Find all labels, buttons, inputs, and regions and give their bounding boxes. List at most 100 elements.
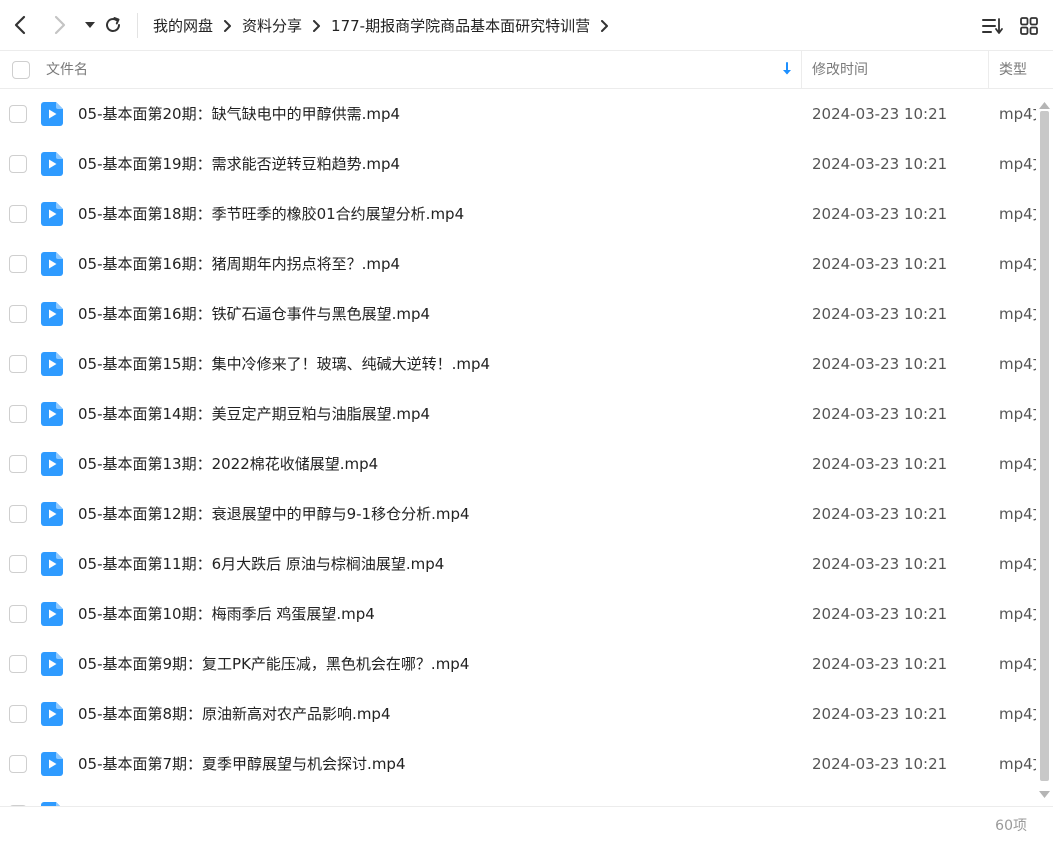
file-row[interactable]: 05-基本面第11期：6月大跌后 原油与棕榈油展望.mp4 2024-03-23 … xyxy=(0,539,1036,589)
file-name[interactable]: 05-基本面第20期：缺气缺电中的甲醇供需.mp4 xyxy=(78,89,400,139)
row-checkbox[interactable] xyxy=(9,205,27,223)
file-type: mp4文件 xyxy=(999,655,1036,673)
file-row[interactable]: 05-基本面第18期：季节旺季的橡胶01合约展望分析.mp4 2024-03-23… xyxy=(0,189,1036,239)
row-checkbox[interactable] xyxy=(9,555,27,573)
row-checkbox[interactable] xyxy=(9,255,27,273)
row-checkbox[interactable] xyxy=(9,355,27,373)
row-checkbox[interactable] xyxy=(9,105,27,123)
column-header-name[interactable]: 文件名 xyxy=(46,51,88,89)
column-divider[interactable] xyxy=(988,51,989,89)
row-checkbox[interactable] xyxy=(9,705,27,723)
file-type: mp4文件 xyxy=(999,155,1036,173)
file-type: mp4文件 xyxy=(999,605,1036,623)
file-name[interactable]: 05-基本面第8期：原油新高对农产品影响.mp4 xyxy=(78,689,391,739)
status-bar: 60项 xyxy=(0,806,1053,844)
file-row[interactable]: 05-基本面第19期：需求能否逆转豆粕趋势.mp4 2024-03-23 10:2… xyxy=(0,139,1036,189)
file-row[interactable]: 05-基本面第9期：复工PK产能压减，黑色机会在哪？.mp4 2024-03-23… xyxy=(0,639,1036,689)
file-row[interactable] xyxy=(0,789,1036,806)
sort-descending-icon[interactable] xyxy=(781,62,793,80)
video-file-icon xyxy=(41,302,63,326)
file-modified-time: 2024-03-23 10:21 xyxy=(812,155,948,173)
chevron-right-icon[interactable] xyxy=(600,19,609,32)
file-modified-time: 2024-03-23 10:21 xyxy=(812,355,948,373)
file-row[interactable]: 05-基本面第15期：集中冷修来了！玻璃、纯碱大逆转！.mp4 2024-03-2… xyxy=(0,339,1036,389)
file-name[interactable]: 05-基本面第18期：季节旺季的橡胶01合约展望分析.mp4 xyxy=(78,189,464,239)
file-row[interactable]: 05-基本面第8期：原油新高对农产品影响.mp4 2024-03-23 10:21… xyxy=(0,689,1036,739)
video-file-icon xyxy=(41,702,63,726)
column-divider[interactable] xyxy=(801,51,802,89)
scrollbar-thumb[interactable] xyxy=(1040,111,1049,781)
file-type: mp4文件 xyxy=(999,105,1036,123)
file-row[interactable]: 05-基本面第16期：猪周期年内拐点将至？.mp4 2024-03-23 10:2… xyxy=(0,239,1036,289)
breadcrumb-item-my-drive[interactable]: 我的网盘 xyxy=(153,15,213,36)
video-file-icon xyxy=(41,752,63,776)
grid-view-icon[interactable] xyxy=(1017,14,1041,38)
file-row[interactable]: 05-基本面第7期：夏季甲醇展望与机会探讨.mp4 2024-03-23 10:2… xyxy=(0,739,1036,789)
column-header-type[interactable]: 类型 xyxy=(999,51,1027,89)
breadcrumb-item-current-folder[interactable]: 177-期报商学院商品基本面研究特训营 xyxy=(331,15,590,36)
select-all-checkbox[interactable] xyxy=(12,61,30,79)
breadcrumb: 我的网盘 资料分享 177-期报商学院商品基本面研究特训营 xyxy=(153,0,619,51)
file-name[interactable]: 05-基本面第12期：衰退展望中的甲醇与9-1移仓分析.mp4 xyxy=(78,489,470,539)
video-file-icon xyxy=(41,652,63,676)
video-file-icon xyxy=(41,452,63,476)
file-name[interactable]: 05-基本面第13期：2022棉花收储展望.mp4 xyxy=(78,439,378,489)
row-checkbox[interactable] xyxy=(9,305,27,323)
toolbar: 我的网盘 资料分享 177-期报商学院商品基本面研究特训营 xyxy=(0,0,1053,51)
file-row[interactable]: 05-基本面第10期：梅雨季后 鸡蛋展望.mp4 2024-03-23 10:21… xyxy=(0,589,1036,639)
file-modified-time: 2024-03-23 10:21 xyxy=(812,555,948,573)
file-name[interactable]: 05-基本面第7期：夏季甲醇展望与机会探讨.mp4 xyxy=(78,739,406,789)
column-header: 文件名 修改时间 类型 xyxy=(0,51,1053,89)
breadcrumb-item-shared[interactable]: 资料分享 xyxy=(242,15,302,36)
file-type: mp4文件 xyxy=(999,355,1036,373)
file-row[interactable]: 05-基本面第16期：铁矿石逼仓事件与黑色展望.mp4 2024-03-23 10… xyxy=(0,289,1036,339)
vertical-scrollbar[interactable] xyxy=(1036,89,1053,806)
video-file-icon xyxy=(41,152,63,176)
item-count: 60项 xyxy=(995,818,1027,834)
row-checkbox[interactable] xyxy=(9,455,27,473)
file-row[interactable]: 05-基本面第13期：2022棉花收储展望.mp4 2024-03-23 10:2… xyxy=(0,439,1036,489)
file-name[interactable]: 05-基本面第11期：6月大跌后 原油与棕榈油展望.mp4 xyxy=(78,539,444,589)
file-name[interactable]: 05-基本面第10期：梅雨季后 鸡蛋展望.mp4 xyxy=(78,589,375,639)
file-type: mp4文件 xyxy=(999,255,1036,273)
file-name[interactable]: 05-基本面第14期：美豆定产期豆粕与油脂展望.mp4 xyxy=(78,389,430,439)
file-type: mp4文件 xyxy=(999,705,1036,723)
video-file-icon xyxy=(41,102,63,126)
scroll-down-arrow-icon[interactable] xyxy=(1039,784,1050,802)
video-file-icon xyxy=(41,252,63,276)
forward-arrow-icon[interactable] xyxy=(48,12,72,38)
file-name[interactable]: 05-基本面第19期：需求能否逆转豆粕趋势.mp4 xyxy=(78,139,400,189)
file-name[interactable]: 05-基本面第16期：铁矿石逼仓事件与黑色展望.mp4 xyxy=(78,289,430,339)
file-name[interactable]: 05-基本面第16期：猪周期年内拐点将至？.mp4 xyxy=(78,239,400,289)
file-row[interactable]: 05-基本面第12期：衰退展望中的甲醇与9-1移仓分析.mp4 2024-03-2… xyxy=(0,489,1036,539)
row-checkbox[interactable] xyxy=(9,405,27,423)
column-header-modified-time[interactable]: 修改时间 xyxy=(812,51,868,89)
file-type: mp4文件 xyxy=(999,505,1036,523)
file-name[interactable]: 05-基本面第15期：集中冷修来了！玻璃、纯碱大逆转！.mp4 xyxy=(78,339,490,389)
file-row[interactable]: 05-基本面第20期：缺气缺电中的甲醇供需.mp4 2024-03-23 10:2… xyxy=(0,89,1036,139)
file-row[interactable]: 05-基本面第14期：美豆定产期豆粕与油脂展望.mp4 2024-03-23 10… xyxy=(0,389,1036,439)
file-type: mp4文件 xyxy=(999,305,1036,323)
video-file-icon xyxy=(41,602,63,626)
row-checkbox[interactable] xyxy=(9,655,27,673)
video-file-icon xyxy=(41,402,63,426)
file-type: mp4文件 xyxy=(999,555,1036,573)
row-checkbox[interactable] xyxy=(9,505,27,523)
file-type: mp4文件 xyxy=(999,405,1036,423)
file-modified-time: 2024-03-23 10:21 xyxy=(812,405,948,423)
row-checkbox[interactable] xyxy=(9,155,27,173)
file-name[interactable]: 05-基本面第9期：复工PK产能压减，黑色机会在哪？.mp4 xyxy=(78,639,469,689)
dropdown-caret-icon[interactable] xyxy=(78,12,102,38)
back-arrow-icon[interactable] xyxy=(8,12,32,38)
file-modified-time: 2024-03-23 10:21 xyxy=(812,305,948,323)
file-modified-time: 2024-03-23 10:21 xyxy=(812,455,948,473)
file-type: mp4文件 xyxy=(999,205,1036,223)
row-checkbox[interactable] xyxy=(9,605,27,623)
sort-icon[interactable] xyxy=(981,14,1005,38)
row-checkbox[interactable] xyxy=(9,755,27,773)
video-file-icon xyxy=(41,552,63,576)
refresh-icon[interactable] xyxy=(101,12,125,38)
file-modified-time: 2024-03-23 10:21 xyxy=(812,605,948,623)
video-file-icon xyxy=(41,202,63,226)
file-modified-time: 2024-03-23 10:21 xyxy=(812,105,948,123)
